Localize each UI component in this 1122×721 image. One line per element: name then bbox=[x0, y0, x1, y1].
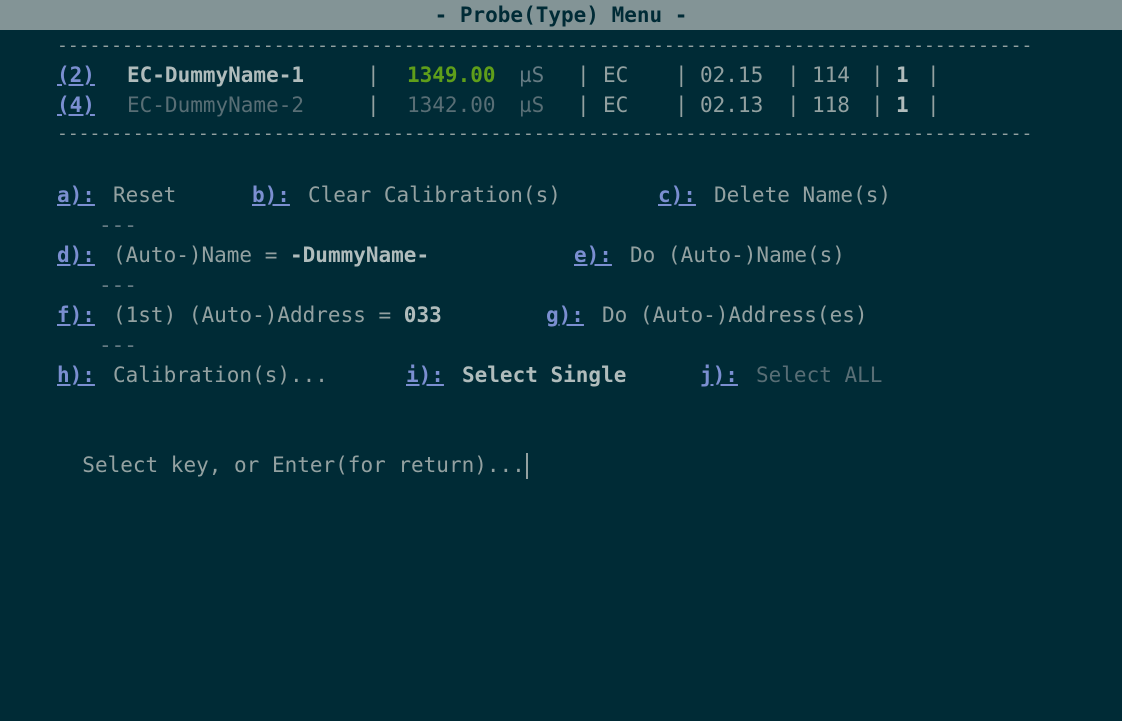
probe-key[interactable]: (4) bbox=[57, 90, 95, 120]
column-divider: | bbox=[367, 93, 380, 117]
probe-type: EC bbox=[603, 63, 629, 87]
clear-calibration-label: Clear Calibration(s) bbox=[308, 183, 561, 207]
auto-name-text: (Auto-)Name = bbox=[113, 243, 291, 267]
prompt-line[interactable]: Select key, or Enter(for return)... bbox=[57, 420, 528, 479]
menu-row-3: f): (1st) (Auto-)Address = 033 g): Do (A… bbox=[57, 300, 1057, 330]
select-single-key[interactable]: i): bbox=[406, 360, 444, 390]
probe-value: 1342.00 bbox=[407, 93, 496, 117]
menu-row-1: a): Reset b): Clear Calibration(s) c): D… bbox=[57, 180, 1057, 210]
probe-unit: µS bbox=[519, 63, 545, 87]
probe-key[interactable]: (2) bbox=[57, 60, 95, 90]
probe-version: 02.15 bbox=[700, 63, 764, 87]
menu-spacer: --- bbox=[99, 273, 137, 297]
do-auto-address-key[interactable]: g): bbox=[546, 300, 584, 330]
column-divider: | bbox=[871, 63, 884, 87]
probe-count: 1 bbox=[896, 63, 909, 87]
column-divider: | bbox=[787, 93, 800, 117]
probe-name: EC-DummyName-1 bbox=[127, 63, 305, 87]
calibration-label: Calibration(s)... bbox=[113, 363, 328, 387]
column-divider: | bbox=[927, 63, 940, 87]
do-auto-name-key[interactable]: e): bbox=[574, 240, 612, 270]
probe-type: EC bbox=[603, 93, 629, 117]
probe-version: 02.13 bbox=[700, 93, 764, 117]
column-divider: | bbox=[577, 93, 590, 117]
probe-unit: µS bbox=[519, 93, 545, 117]
column-divider: | bbox=[787, 63, 800, 87]
table-row[interactable]: (2) EC-DummyName-1 | 1349.00 µS | EC | 0… bbox=[57, 60, 1057, 90]
do-auto-name-label: Do (Auto-)Name(s) bbox=[630, 243, 845, 267]
menu-row-2: d): (Auto-)Name = -DummyName- e): Do (Au… bbox=[57, 240, 1057, 270]
menu-spacer: --- bbox=[99, 333, 137, 357]
reset-key[interactable]: a): bbox=[57, 180, 95, 210]
table-separator-top: ----------------------------------------… bbox=[57, 35, 1033, 56]
auto-address-key[interactable]: f): bbox=[57, 300, 95, 330]
select-all-key[interactable]: j): bbox=[700, 360, 738, 390]
column-divider: | bbox=[927, 93, 940, 117]
column-divider: | bbox=[577, 63, 590, 87]
column-divider: | bbox=[871, 93, 884, 117]
delete-names-key[interactable]: c): bbox=[658, 180, 696, 210]
text-cursor bbox=[525, 453, 528, 479]
probe-value: 1349.00 bbox=[407, 63, 496, 87]
probe-name: EC-DummyName-2 bbox=[127, 93, 305, 117]
calibration-key[interactable]: h): bbox=[57, 360, 95, 390]
probe-count: 1 bbox=[896, 93, 909, 117]
auto-name-value: -DummyName- bbox=[290, 243, 430, 267]
do-auto-address-label: Do (Auto-)Address(es) bbox=[602, 303, 868, 327]
menu-spacer: --- bbox=[99, 213, 137, 237]
auto-address-text: (1st) (Auto-)Address = bbox=[113, 303, 404, 327]
delete-names-label: Delete Name(s) bbox=[714, 183, 892, 207]
table-row[interactable]: (4) EC-DummyName-2 | 1342.00 µS | EC | 0… bbox=[57, 90, 1057, 120]
auto-address-label: (1st) (Auto-)Address = 033 bbox=[113, 300, 442, 330]
column-divider: | bbox=[675, 93, 688, 117]
window-title: - Probe(Type) Menu - bbox=[0, 0, 1122, 30]
probe-address: 118 bbox=[812, 93, 850, 117]
select-single-label: Select Single bbox=[462, 363, 627, 387]
column-divider: | bbox=[367, 63, 380, 87]
auto-address-value: 033 bbox=[403, 303, 442, 327]
auto-name-key[interactable]: d): bbox=[57, 240, 95, 270]
menu-row-4: h): Calibration(s)... i): Select Single … bbox=[57, 360, 1057, 390]
auto-name-label: (Auto-)Name = -DummyName- bbox=[113, 240, 429, 270]
prompt-text: Select key, or Enter(for return)... bbox=[82, 453, 525, 477]
clear-calibration-key[interactable]: b): bbox=[252, 180, 290, 210]
select-all-label: Select ALL bbox=[756, 363, 883, 387]
column-divider: | bbox=[675, 63, 688, 87]
probe-address: 114 bbox=[812, 63, 850, 87]
reset-label: Reset bbox=[113, 183, 177, 207]
table-separator-bottom: ----------------------------------------… bbox=[57, 123, 1033, 144]
